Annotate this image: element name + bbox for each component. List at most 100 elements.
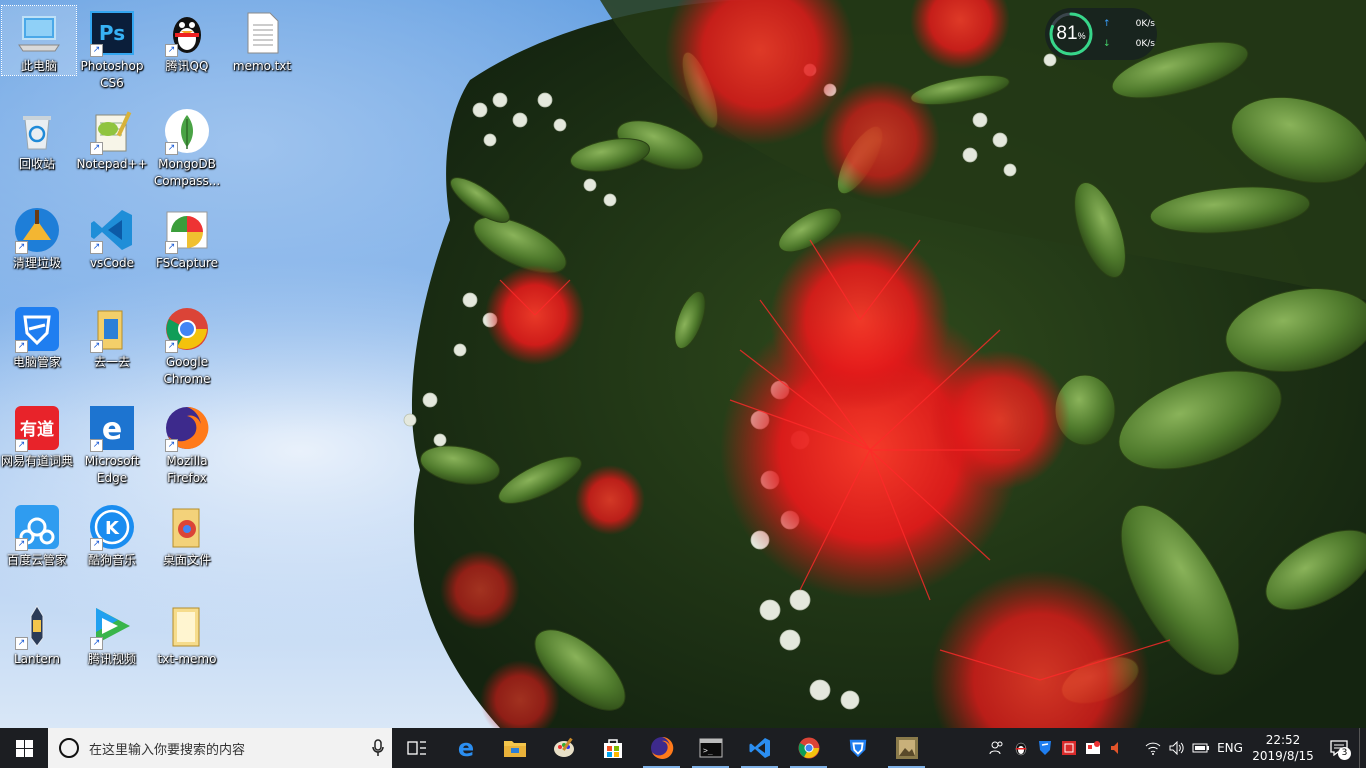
photoshop-icon: Ps ↗ xyxy=(88,9,136,57)
vscode-taskbar-button[interactable] xyxy=(735,728,784,768)
shortcut-arrow-icon: ↗ xyxy=(15,241,28,254)
pc-manager-taskbar-button[interactable] xyxy=(833,728,882,768)
desktop-icon-pc-manager[interactable]: ↗ 电脑管家 xyxy=(0,302,74,371)
people-tray-button[interactable] xyxy=(985,728,1009,768)
battery-icon xyxy=(1192,743,1209,753)
usage-percent: 81% xyxy=(1052,24,1090,46)
paint-taskbar-button[interactable] xyxy=(539,728,588,768)
desktop-icon-qq[interactable]: ↗ 腾讯QQ xyxy=(150,6,224,75)
desktop-icon-notepadpp[interactable]: ↗ Notepad++ xyxy=(75,104,149,173)
shortcut-arrow-icon: ↗ xyxy=(90,538,103,551)
desktop-icon-grid: 此电脑 回收站 ↗ 清理垃圾 ↗ 电脑管家 有道 ↗ 网易有道词典 ↗ 百度云管… xyxy=(0,0,300,728)
desktop-icon-memo-txt[interactable]: memo.txt xyxy=(225,6,299,75)
desktop-icon-this-pc[interactable]: 此电脑 xyxy=(1,5,77,76)
recorder-tray-icon[interactable] xyxy=(1057,728,1081,768)
this-pc-icon xyxy=(15,9,63,57)
chrome-taskbar-button[interactable] xyxy=(784,728,833,768)
svg-text:K: K xyxy=(105,518,120,539)
search-placeholder: 在这里输入你要搜索的内容 xyxy=(89,742,246,758)
desktop-icon-desktop-files[interactable]: 桌面文件 xyxy=(150,500,224,569)
desktop-icon-label: FSCapture xyxy=(155,256,219,270)
tencent-pc-manager-icon xyxy=(849,739,866,758)
shortcut-arrow-icon: ↗ xyxy=(90,637,103,650)
edge-taskbar-button[interactable]: e xyxy=(441,728,490,768)
desktop-icon-photoshop[interactable]: Ps ↗ Photoshop CS6 xyxy=(75,6,149,92)
upload-arrow-icon: ↑ xyxy=(1103,19,1111,29)
task-view-button[interactable] xyxy=(392,728,441,768)
vscode-icon: ↗ xyxy=(88,206,136,254)
upload-speed: 0K/s xyxy=(1135,19,1155,29)
desktop-icon-fscapture[interactable]: ↗ FSCapture xyxy=(150,203,224,272)
notepad-plus-plus-icon: ↗ xyxy=(88,107,136,155)
desktop-icon-recycle-bin[interactable]: 回收站 xyxy=(0,104,74,173)
recycle-bin-icon xyxy=(13,107,61,155)
network-tray-button[interactable] xyxy=(1141,728,1165,768)
shortcut-arrow-icon: ↗ xyxy=(90,44,103,57)
usage-percent-sign: % xyxy=(1077,31,1086,41)
volume-tray-button[interactable] xyxy=(1165,728,1189,768)
desktop-icon-txt-memo[interactable]: txt-memo xyxy=(150,599,224,668)
terminal-taskbar-button[interactable]: >_ xyxy=(686,728,735,768)
image-viewer-taskbar-button[interactable] xyxy=(882,728,931,768)
microphone-icon[interactable] xyxy=(364,739,392,757)
shortcut-arrow-icon: ↗ xyxy=(90,439,103,452)
pc-manager-tray-icon[interactable] xyxy=(1033,728,1057,768)
mongodb-leaf-icon: ↗ xyxy=(163,107,211,155)
desktop-icon-label: 腾讯QQ xyxy=(165,59,209,73)
notification-count-badge: 3 xyxy=(1338,747,1351,760)
speaker-red-icon xyxy=(1111,742,1118,754)
desktop-icon-cleanup[interactable]: ↗ 清理垃圾 xyxy=(0,203,74,272)
shield-icon xyxy=(1039,741,1051,755)
show-desktop-button[interactable] xyxy=(1359,728,1366,768)
desktop-icon-tencent-video[interactable]: ↗ 腾讯视频 xyxy=(75,599,149,668)
desktop-icon-label: Photoshop CS6 xyxy=(80,59,144,90)
volume-muted-tray-icon[interactable] xyxy=(1105,728,1129,768)
desktop-icon-vscode[interactable]: ↗ vsCode xyxy=(75,203,149,272)
desktop-icon-mongodb[interactable]: ↗ MongoDB Compass... xyxy=(150,104,224,190)
input-language-button[interactable]: ENG xyxy=(1213,741,1247,755)
text-file-icon xyxy=(238,9,286,57)
desktop-icon-label: 网易有道词典 xyxy=(0,454,73,468)
desktop-icon-youdao[interactable]: 有道 ↗ 网易有道词典 xyxy=(0,401,74,470)
store-bag-icon xyxy=(603,739,622,758)
clock-button[interactable]: 22:52 2019/8/15 xyxy=(1247,732,1319,764)
qq-penguin-icon xyxy=(1015,742,1027,756)
shortcut-arrow-icon: ↗ xyxy=(165,44,178,57)
desktop-icon-lantern[interactable]: ↗ Lantern xyxy=(0,599,74,668)
shortcut-arrow-icon: ↗ xyxy=(165,142,178,155)
battery-tray-button[interactable] xyxy=(1189,728,1213,768)
qq-tray-icon[interactable] xyxy=(1009,728,1033,768)
desktop-icon-label: memo.txt xyxy=(232,59,292,73)
desktop-icon-kugou[interactable]: K ↗ 酷狗音乐 xyxy=(75,500,149,569)
desktop-icon-baidu-cloud[interactable]: ↗ 百度云管家 xyxy=(0,500,74,569)
usage-percent-value: 81 xyxy=(1056,23,1078,44)
action-center-button[interactable]: 3 xyxy=(1319,728,1359,768)
desktop-icon-label: 去一去 xyxy=(93,355,130,369)
shortcut-arrow-icon: ↗ xyxy=(165,241,178,254)
security-tray-icon[interactable] xyxy=(1081,728,1105,768)
desktop-icon-label: Notepad++ xyxy=(76,157,148,171)
desktop-icon-label: 清理垃圾 xyxy=(12,256,61,270)
desktop-icon-label: txt-memo xyxy=(157,652,217,666)
desktop-icon-firefox[interactable]: ↗ Mozilla Firefox xyxy=(150,401,224,487)
start-button[interactable] xyxy=(0,728,48,768)
store-taskbar-button[interactable] xyxy=(588,728,637,768)
system-monitor-widget[interactable]: 81% ↑ 0K/s ↓ 0K/s xyxy=(1045,8,1157,60)
chrome-folder-icon xyxy=(163,503,211,551)
system-tray: ENG 22:52 2019/8/15 3 xyxy=(985,728,1366,768)
shortcut-arrow-icon: ↗ xyxy=(165,340,178,353)
taskbar-search-box[interactable]: 在这里输入你要搜索的内容 xyxy=(48,728,392,768)
clock-date: 2019/8/15 xyxy=(1252,749,1314,763)
clock-time: 22:52 xyxy=(1265,733,1301,747)
desktop-icon-edge[interactable]: e ↗ Microsoft Edge xyxy=(75,401,149,487)
shortcut-arrow-icon: ↗ xyxy=(15,538,28,551)
firefox-taskbar-button[interactable] xyxy=(637,728,686,768)
desktop-icon-quyiqu[interactable]: ↗ 去一去 xyxy=(75,302,149,371)
desktop-icon-chrome[interactable]: ↗ Google Chrome xyxy=(150,302,224,388)
file-explorer-taskbar-button[interactable] xyxy=(490,728,539,768)
desktop-icon-label: Mozilla Firefox xyxy=(166,454,208,485)
firefox-icon: ↗ xyxy=(163,404,211,452)
svg-text:e: e xyxy=(457,737,473,759)
svg-text:>_: >_ xyxy=(703,746,713,755)
wifi-icon xyxy=(1145,742,1161,755)
